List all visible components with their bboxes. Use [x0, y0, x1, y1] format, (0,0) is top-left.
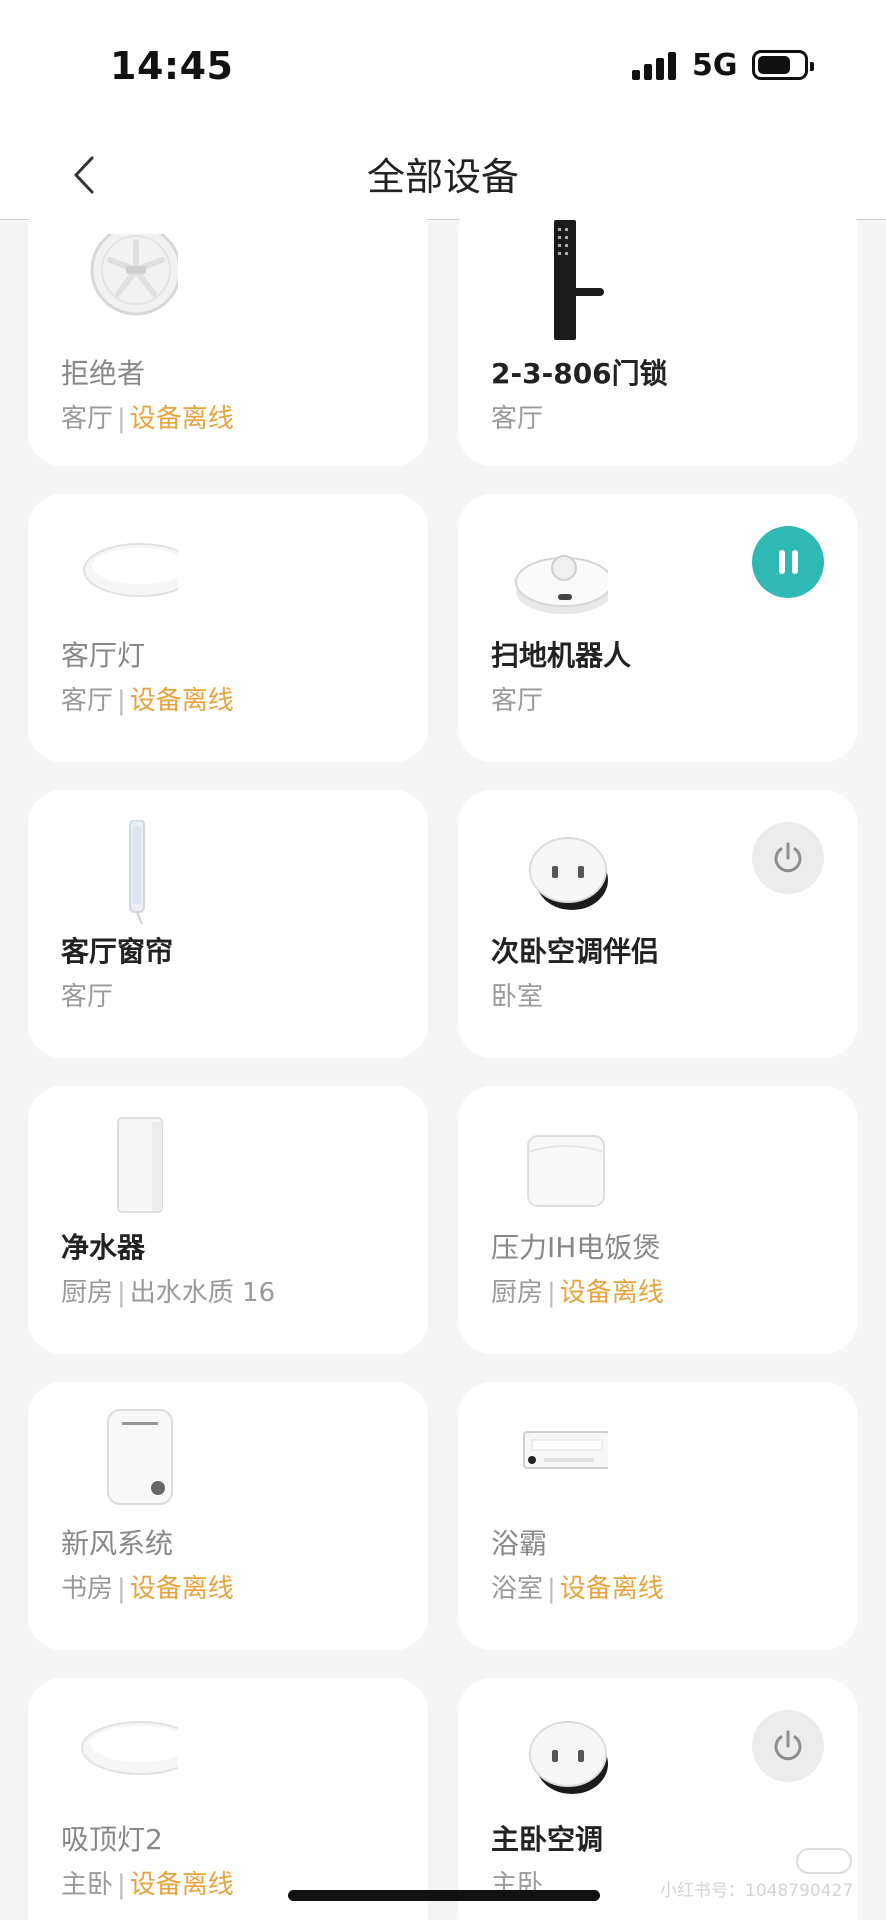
separator: |	[547, 1278, 556, 1308]
device-name: 客厅灯	[61, 639, 146, 672]
device-room: 浴室	[491, 1574, 544, 1604]
device-name: 扫地机器人	[491, 639, 632, 672]
separator: |	[117, 686, 126, 716]
device-name: 次卧空调伴侣	[491, 935, 660, 968]
device-card[interactable]: 吸顶灯2 主卧 | 设备离线	[28, 1678, 428, 1920]
robot-vacuum-icon	[488, 520, 613, 630]
device-state: 设备离线	[129, 404, 234, 434]
device-card[interactable]: 拒绝者 客厅 | 设备离线	[28, 196, 428, 466]
device-status: 卧室	[491, 976, 543, 1013]
pause-icon	[779, 550, 785, 574]
device-room: 客厅	[61, 686, 114, 716]
power-button[interactable]	[752, 822, 824, 894]
device-name: 新风系统	[61, 1527, 174, 1560]
device-card[interactable]: 客厅灯 客厅 | 设备离线	[28, 494, 428, 762]
device-room: 卧室	[491, 982, 544, 1012]
pause-button[interactable]	[752, 526, 824, 598]
device-name: 净水器	[61, 1231, 146, 1264]
pause-icon	[792, 550, 798, 574]
device-room: 客厅	[491, 686, 544, 716]
device-card[interactable]: 2-3-806门锁 客厅	[458, 196, 858, 466]
device-room: 客厅	[491, 404, 544, 434]
device-room: 书房	[61, 1574, 114, 1604]
fan-icon	[58, 224, 182, 344]
network-type: 5G	[692, 48, 738, 83]
ceiling-light-icon	[58, 1712, 199, 1822]
separator: |	[117, 1870, 126, 1900]
rice-cooker-icon	[488, 1122, 608, 1232]
device-status: 主卧 | 设备离线	[61, 1864, 234, 1901]
device-name: 吸顶灯2	[61, 1823, 163, 1856]
power-icon	[774, 1730, 802, 1761]
device-state: 设备离线	[129, 1574, 234, 1604]
device-status: 客厅	[491, 680, 543, 717]
device-name: 拒绝者	[61, 357, 146, 390]
power-button[interactable]	[752, 1710, 824, 1782]
device-status: 客厅	[491, 398, 543, 435]
device-name: 2-3-806门锁	[491, 357, 668, 390]
device-status: 客厅	[61, 976, 113, 1013]
device-card[interactable]: 新风系统 书房 | 设备离线	[28, 1382, 428, 1650]
device-card[interactable]: 压力IH电饭煲 厨房 | 设备离线	[458, 1086, 858, 1354]
device-room: 厨房	[491, 1278, 544, 1308]
ac-companion-icon	[488, 818, 608, 928]
device-room: 客厅	[61, 404, 114, 434]
separator: |	[117, 1278, 126, 1308]
device-state: 设备离线	[129, 1870, 234, 1900]
status-time: 14:45	[110, 44, 234, 88]
ceiling-light-icon	[58, 534, 197, 644]
device-card[interactable]: 客厅窗帘 客厅	[28, 790, 428, 1058]
separator: |	[117, 404, 126, 434]
separator: |	[547, 1574, 556, 1604]
device-state: 设备离线	[559, 1574, 664, 1604]
device-status: 浴室 | 设备离线	[491, 1568, 664, 1605]
device-state: 设备离线	[129, 686, 234, 716]
watermark: 小红书号：1048790427	[660, 1881, 854, 1901]
device-card[interactable]: 净水器 厨房 | 出水水质 16	[28, 1086, 428, 1354]
device-status: 厨房 | 设备离线	[491, 1272, 664, 1309]
device-card[interactable]: 扫地机器人 客厅	[458, 494, 858, 762]
device-card[interactable]: 浴霸 浴室 | 设备离线	[458, 1382, 858, 1650]
device-status: 客厅 | 设备离线	[61, 680, 234, 717]
device-state: 出水水质 16	[129, 1278, 276, 1308]
device-room: 客厅	[61, 982, 114, 1012]
device-name: 压力IH电饭煲	[491, 1231, 661, 1264]
device-status: 厨房 | 出水水质 16	[61, 1272, 275, 1309]
fresh-air-icon	[58, 1408, 178, 1518]
separator: |	[117, 1574, 126, 1604]
device-name: 主卧空调	[491, 1823, 604, 1856]
device-state: 设备离线	[559, 1278, 664, 1308]
device-name: 客厅窗帘	[61, 935, 174, 968]
signal-icon	[632, 52, 676, 80]
curtain-motor-icon	[58, 819, 178, 930]
device-name: 浴霸	[491, 1527, 548, 1560]
device-status: 客厅 | 设备离线	[61, 398, 234, 435]
ac-companion-icon	[488, 1702, 608, 1812]
status-bar: 14:45 5G	[0, 0, 886, 130]
water-purifier-icon	[58, 1116, 178, 1226]
page-title: 全部设备	[366, 155, 519, 199]
door-lock-icon	[488, 220, 608, 340]
bath-heater-icon	[488, 1426, 611, 1536]
device-status: 书房 | 设备离线	[61, 1568, 234, 1605]
device-card[interactable]: 次卧空调伴侣 卧室	[458, 790, 858, 1058]
device-room: 厨房	[61, 1278, 114, 1308]
home-indicator[interactable]	[288, 1890, 600, 1901]
power-icon	[774, 842, 802, 873]
watermark-logo-icon	[796, 1848, 852, 1874]
device-room: 主卧	[61, 1870, 114, 1900]
battery-icon	[752, 50, 814, 80]
